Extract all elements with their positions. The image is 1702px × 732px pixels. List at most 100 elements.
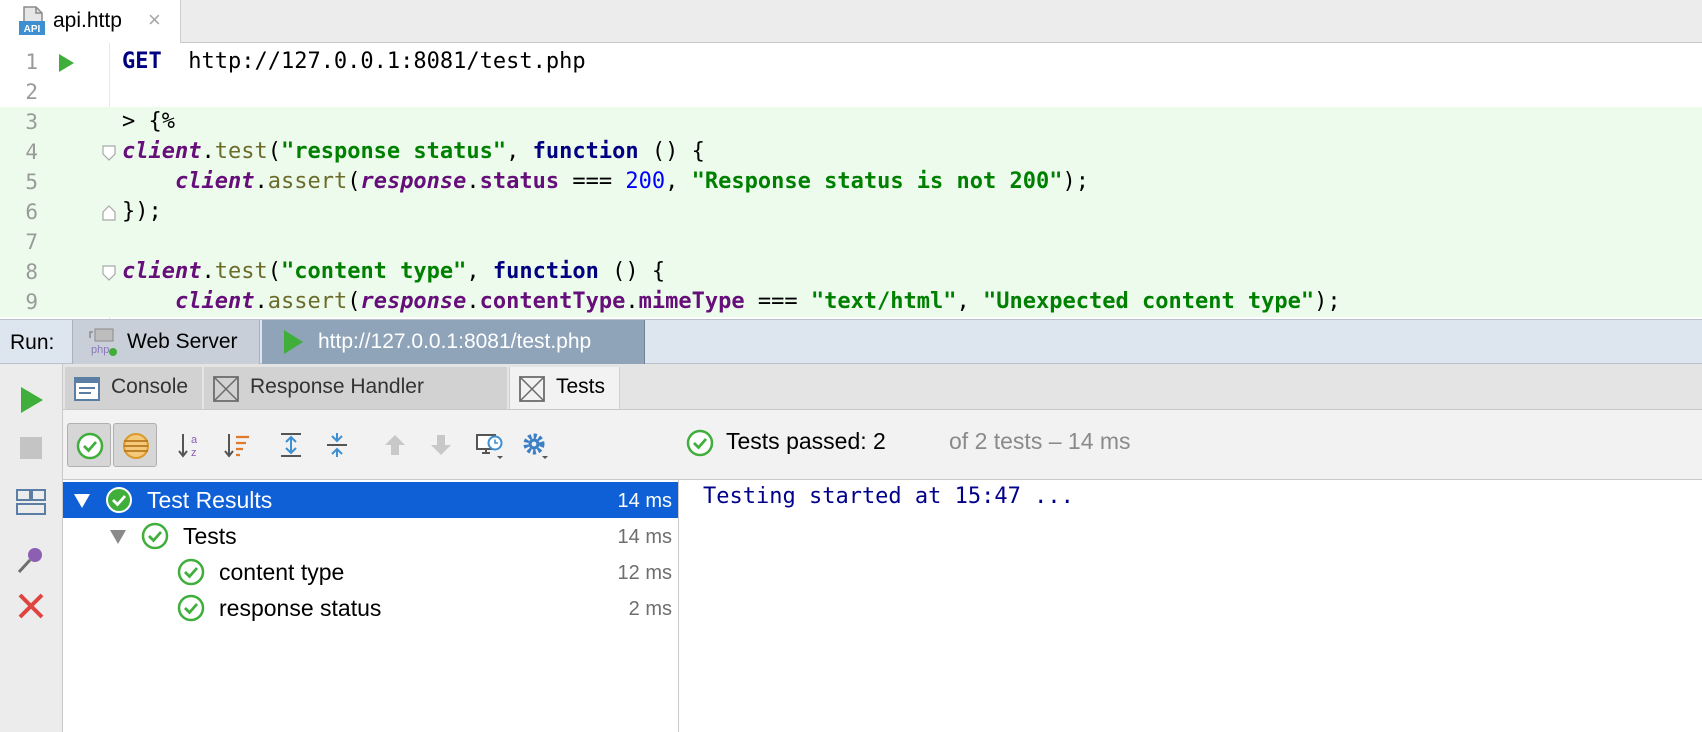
code-token: , — [506, 139, 533, 164]
code-token: , — [956, 289, 984, 314]
code-text: client.test("content type", function () … — [122, 259, 665, 284]
tree-node-duration: 14 ms — [617, 490, 672, 512]
sort-duration-icon — [224, 434, 249, 458]
rerun-play-icon[interactable] — [15, 384, 47, 416]
code-token: . — [254, 289, 268, 314]
svg-text:a: a — [191, 434, 198, 446]
pin-icon[interactable] — [15, 544, 47, 576]
tab-tests-label: Tests — [556, 375, 606, 398]
code-token: "Response status is not 200" — [691, 169, 1063, 194]
run-request-icon[interactable] — [57, 53, 75, 73]
code-token: client — [122, 139, 202, 164]
code-line[interactable]: 5 client.assert(response.status === 200,… — [0, 167, 1702, 197]
code-line[interactable]: 6}); — [0, 197, 1702, 227]
test-results-tree: Test Results 14 ms Tests 14 ms content t… — [63, 480, 679, 732]
sort-by-duration-button[interactable] — [215, 423, 259, 467]
code-token: ( — [267, 139, 281, 164]
line-number: 8 — [25, 260, 38, 284]
code-line[interactable]: 7 — [0, 227, 1702, 257]
code-token: }); — [122, 199, 162, 224]
test-settings-button[interactable] — [513, 423, 557, 467]
tree-node-content-type[interactable]: content type 12 ms — [63, 554, 678, 590]
code-token: . — [466, 289, 480, 314]
previous-failed-button[interactable] — [373, 423, 417, 467]
tree-node-duration: 2 ms — [628, 598, 672, 620]
passed-check-icon — [686, 429, 714, 457]
code-token: . — [201, 139, 215, 164]
sort-alphabetically-button[interactable]: a z — [169, 423, 213, 467]
line-number: 3 — [25, 110, 38, 134]
tab-tests[interactable]: Tests — [509, 367, 620, 409]
tree-node-label: Tests — [183, 523, 237, 549]
code-token: status — [479, 169, 560, 194]
line-number: 7 — [25, 230, 38, 254]
fold-marker-icon[interactable] — [102, 145, 116, 161]
code-line[interactable]: 9 client.assert(response.contentType.mim… — [0, 287, 1702, 317]
line-number: 6 — [25, 200, 38, 224]
run-tab-web-server[interactable]: php Web Server — [72, 320, 260, 364]
tree-node-label: Test Results — [147, 487, 273, 513]
passed-check-icon — [177, 558, 205, 586]
expanded-triangle-icon[interactable] — [109, 529, 127, 545]
tab-response-handler[interactable]: Response Handler — [204, 367, 507, 409]
code-token: mimeType — [638, 289, 745, 314]
layout-icon[interactable] — [15, 486, 47, 518]
tests-passed-text: Tests passed: 2 — [726, 428, 886, 454]
run-tab-http-request[interactable]: http://127.0.0.1:8081/test.php — [262, 320, 645, 364]
code-token: response — [360, 169, 467, 194]
line-number: 2 — [25, 80, 38, 104]
run-tab-web-server-label: Web Server — [127, 330, 238, 353]
sort-alpha-icon: a z — [178, 434, 198, 459]
code-line[interactable]: 3 > {% — [0, 107, 1702, 137]
code-token: . — [201, 259, 215, 284]
line-number: 4 — [25, 140, 38, 164]
code-token: ( — [347, 289, 361, 314]
collapse-all-icon — [327, 433, 347, 457]
tree-node-response-status[interactable]: response status 2 ms — [63, 590, 678, 626]
tab-response-handler-label: Response Handler — [250, 375, 424, 398]
code-token: === — [744, 289, 811, 314]
code-token: . — [254, 169, 268, 194]
collapse-all-button[interactable] — [315, 423, 359, 467]
code-token: "Unexpected content type" — [983, 289, 1315, 314]
code-token: response — [360, 289, 467, 314]
close-tab-icon[interactable]: × — [148, 9, 161, 31]
code-token: contentType — [479, 289, 626, 314]
tree-node-duration: 14 ms — [617, 526, 672, 548]
console-icon — [74, 377, 100, 401]
code-text: client.assert(response.status === 200, "… — [122, 169, 1089, 194]
tab-console[interactable]: Console — [65, 367, 202, 409]
code-token: . — [625, 289, 639, 314]
editor-tab-api-http[interactable]: API api.http × — [0, 0, 181, 43]
stop-icon[interactable] — [15, 432, 47, 464]
code-line[interactable]: 4 client.test("response status", function… — [0, 137, 1702, 167]
code-editor[interactable]: 1 GET http://127.0.0.1:8081/test.php 2 3 > {… — [0, 43, 1702, 319]
arrow-down-icon — [431, 435, 451, 455]
code-line[interactable]: 8 client.test("content type", function ()… — [0, 257, 1702, 287]
fold-marker-icon[interactable] — [102, 205, 116, 221]
code-token: ); — [1062, 169, 1090, 194]
passed-check-icon — [177, 594, 205, 622]
show-ignored-toggle[interactable] — [113, 423, 157, 467]
tree-node-label: content type — [219, 559, 345, 585]
expand-all-button[interactable] — [269, 423, 313, 467]
tree-node-tests[interactable]: Tests 14 ms — [63, 518, 678, 554]
expanded-triangle-icon[interactable] — [73, 493, 91, 509]
close-run-icon[interactable] — [15, 590, 47, 622]
run-label: Run: — [10, 331, 55, 354]
test-history-button[interactable] — [467, 423, 511, 467]
tree-node-test-results[interactable]: Test Results 14 ms — [63, 482, 678, 518]
console-message: Testing started at 15:47 ... — [703, 484, 1074, 509]
fold-marker-icon[interactable] — [102, 265, 116, 281]
http-file-icon: API — [19, 6, 45, 35]
test-console-output[interactable]: Testing started at 15:47 ... — [679, 480, 1702, 732]
run-play-icon — [284, 330, 303, 354]
next-failed-button[interactable] — [419, 423, 463, 467]
show-passed-toggle[interactable] — [67, 423, 111, 467]
code-line[interactable]: 2 — [0, 77, 1702, 107]
svg-text:z: z — [191, 447, 197, 459]
tests-icon — [519, 376, 545, 402]
code-line[interactable]: 1 GET http://127.0.0.1:8081/test.php — [0, 47, 1702, 77]
